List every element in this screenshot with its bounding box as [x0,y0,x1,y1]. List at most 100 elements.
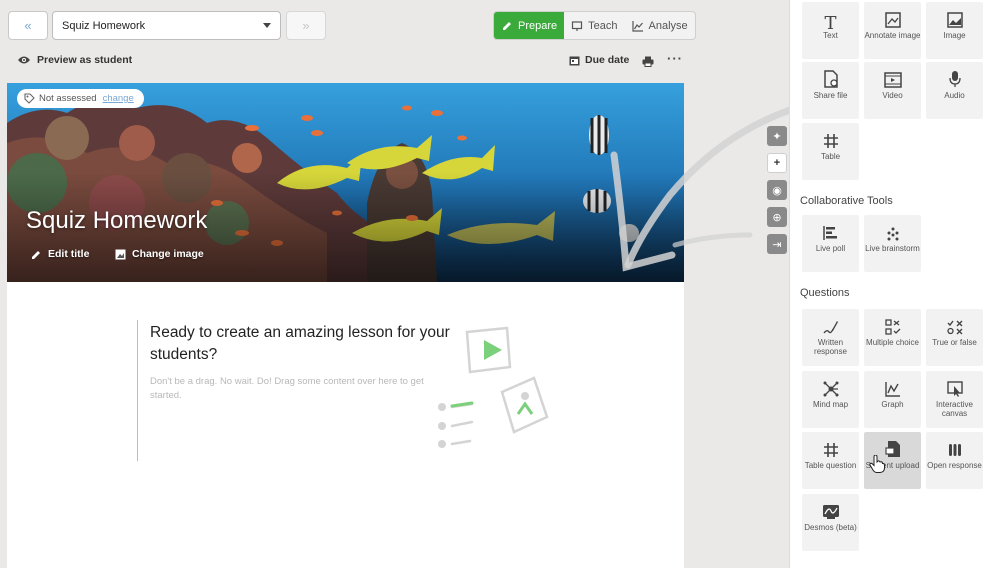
poll-icon [822,226,837,240]
tile-table-label: Table [820,152,841,161]
table-icon [823,443,838,457]
rocket-icon: ✦ [772,130,782,143]
tile-interactive-canvas-label: Interactive canvas [936,400,973,418]
tile-annotate-image[interactable]: Annotate image [864,2,921,59]
tile-written-response[interactable]: Written response [802,309,859,366]
tile-table-question-label: Table question [804,461,857,470]
file-icon [823,70,838,88]
change-image-button[interactable]: Change image [115,248,204,260]
tile-interactive-canvas[interactable]: Interactive canvas [926,371,983,428]
drag-content-illustration [438,326,549,448]
coral-reef-image [7,83,684,282]
tile-mind-map[interactable]: Mind map [802,371,859,428]
tile-table[interactable]: Table [802,123,859,180]
calendar-icon [569,56,580,65]
add-content-button[interactable]: + [767,153,787,173]
tab-analyse-label: Analyse [648,19,688,32]
tile-live-poll[interactable]: Live poll [802,215,859,272]
tile-share-file-label: Share file [813,91,848,100]
more-options-button[interactable]: ··· [667,51,683,66]
arrow-right-bar-icon: ⇥ [772,238,782,251]
rocket-button[interactable]: ✦ [767,126,787,146]
tab-teach-label: Teach [588,19,618,32]
lesson-cover-image: Not assessed change Squiz Homework Edit … [7,83,684,282]
assessment-status-badge: Not assessed change [17,89,144,108]
ellipsis-icon: ··· [667,51,683,66]
tile-desmos[interactable]: Desmos (beta) [802,494,859,551]
hand-cursor-icon [869,455,885,473]
previous-lesson-button[interactable]: « [8,11,48,40]
top-bar: « Squiz Homework » Prepare Teach Analyse [0,0,700,50]
student-upload-icon [884,441,900,457]
tile-multiple-choice[interactable]: Multiple choice [864,309,921,366]
tile-graph-label: Graph [881,400,904,409]
tile-live-brainstorm[interactable]: Live brainstorm [864,215,921,272]
empty-state-title: Ready to create an amazing lesson for yo… [150,324,450,363]
next-lesson-button[interactable]: » [286,11,326,40]
comments-button[interactable]: ◉ [767,180,787,200]
lesson-select-value: Squiz Homework [62,19,146,32]
microphone-icon [948,71,961,87]
plus-icon: + [773,157,781,169]
tile-table-question[interactable]: Table question [802,432,859,489]
caret-down-icon [263,23,271,28]
change-assessment-link[interactable]: change [103,93,134,104]
tab-teach[interactable]: Teach [564,12,624,39]
tile-audio[interactable]: Audio [926,62,983,119]
lesson-toolbar: Preview as student Due date ··· [0,50,700,72]
lesson-select[interactable]: Squiz Homework [52,11,281,40]
edit-title-button[interactable]: Edit title [31,248,89,260]
brainstorm-icon [887,227,898,241]
side-toolbar: ✦ + ◉ ⊕ ⇥ [767,126,787,261]
preview-label: Preview as student [37,54,133,66]
due-date-button[interactable]: Due date [569,54,629,66]
preview-as-student-button[interactable]: Preview as student [17,54,132,66]
lesson-canvas[interactable]: Ready to create an amazing lesson for yo… [7,282,684,568]
tile-video[interactable]: Video [864,62,921,119]
tile-image[interactable]: Image [926,2,983,59]
annotate-image-icon [884,12,901,28]
written-response-icon [822,321,838,334]
mode-switcher: Prepare Teach Analyse [493,11,696,40]
tile-open-response[interactable]: Open response [926,432,983,489]
globe-button[interactable]: ⊕ [767,207,787,227]
tile-graph[interactable]: Graph [864,371,921,428]
interactive-canvas-icon [946,381,963,397]
graph-icon [884,382,900,397]
print-button[interactable] [642,54,654,72]
tile-share-file[interactable]: Share file [802,62,859,119]
tab-analyse[interactable]: Analyse [625,12,695,39]
double-chevron-left-icon: « [24,18,32,33]
tile-mind-map-label: Mind map [812,400,849,409]
true-false-icon [946,320,962,335]
desmos-icon [822,505,839,519]
collaborative-tools-heading: Collaborative Tools [800,195,893,207]
empty-state-description: Don't be a drag. No wait. Do! Drag some … [150,376,424,401]
tile-image-label: Image [943,31,966,40]
collapse-panel-button[interactable]: ⇥ [767,234,787,254]
multiple-choice-icon [884,319,900,335]
video-icon [883,72,902,88]
tile-text[interactable]: T Text [802,2,859,59]
tile-desmos-label: Desmos (beta) [804,523,857,532]
eye-icon [18,56,30,64]
tile-live-poll-label: Live poll [815,244,846,253]
tile-audio-label: Audio [944,91,965,100]
change-image-label: Change image [132,248,204,260]
tile-live-brainstorm-label: Live brainstorm [865,244,920,253]
tile-multiple-choice-label: Multiple choice [866,338,919,347]
image-icon [946,12,963,28]
mind-map-icon [823,381,838,397]
image-icon [115,249,126,259]
tile-true-or-false[interactable]: True or false [926,309,983,366]
assessment-status-label: Not assessed [39,93,97,104]
presentation-icon [572,20,583,31]
pencil-icon [32,250,40,259]
double-chevron-right-icon: » [302,18,310,33]
tab-prepare[interactable]: Prepare [494,12,565,39]
tile-text-label: Text [823,31,838,40]
text-icon: T [824,13,837,34]
tile-open-response-label: Open response [927,461,982,470]
tile-true-or-false-label: True or false [932,338,977,347]
empty-state-divider [137,320,138,461]
